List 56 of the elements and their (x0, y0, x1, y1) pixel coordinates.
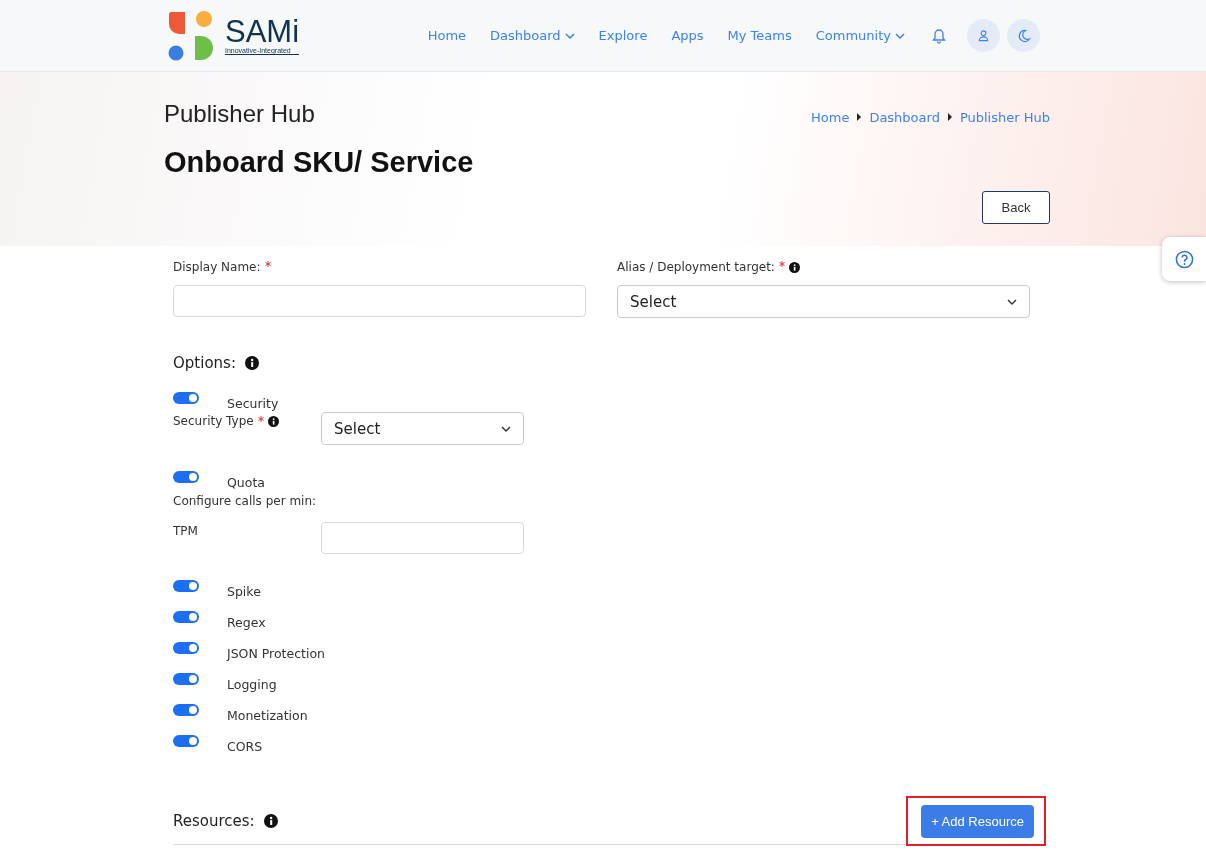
field-label: Security Type (173, 414, 254, 428)
breadcrumb-link[interactable]: Dashboard (869, 109, 940, 125)
chevron-down-icon (501, 425, 511, 432)
toggle-switch[interactable] (173, 642, 199, 654)
page-heading: Onboard SKU/ Service (164, 146, 475, 179)
field-label: Display Name: (173, 260, 261, 274)
brand-name: SAMi (225, 16, 300, 47)
nav-link[interactable]: Dashboard (490, 28, 575, 43)
field-label: Alias / Deployment target: (617, 260, 775, 274)
option-label: Regex (227, 614, 266, 630)
toggle-switch[interactable] (173, 673, 199, 685)
back-button[interactable]: Back (982, 191, 1050, 224)
option-label: Logging (227, 676, 277, 692)
deployment-target-select[interactable]: Select (617, 285, 1030, 318)
info-icon (244, 356, 259, 370)
security-type-select[interactable]: Select (321, 412, 524, 445)
page-title: Publisher Hub (164, 100, 315, 128)
toggle-switch[interactable] (173, 611, 199, 623)
section-title: Options: (173, 354, 236, 372)
breadcrumb-link[interactable]: Publisher Hub (959, 109, 1050, 125)
toggle-switch[interactable] (173, 471, 199, 483)
moon-icon (1016, 28, 1031, 43)
field-label: TPM (173, 524, 199, 538)
info-icon (263, 814, 278, 828)
logo-icon (167, 9, 213, 62)
help-icon (1174, 249, 1194, 269)
helper-text: Configure calls per min: (173, 494, 318, 508)
user-profile-button[interactable] (967, 19, 1000, 52)
nav-link[interactable]: My Teams (727, 28, 792, 43)
option-label: Security (227, 395, 279, 411)
display-name-field[interactable] (173, 285, 586, 317)
option-label: Monetization (227, 707, 308, 723)
chevron-down-icon (1007, 298, 1017, 305)
notification-bell-icon[interactable] (931, 27, 947, 44)
option-label: Quota (227, 474, 265, 490)
breadcrumb-link[interactable]: Home (811, 109, 850, 125)
user-icon (977, 29, 990, 42)
option-label: JSON Protection (227, 645, 326, 661)
nav-link[interactable]: Community (815, 28, 905, 43)
help-button[interactable] (1162, 237, 1206, 281)
section-title: Resources: (173, 812, 255, 830)
option-label: CORS (227, 738, 263, 754)
nav-link[interactable]: Apps (671, 28, 704, 43)
toggle-switch[interactable] (173, 580, 199, 592)
toggle-switch[interactable] (173, 704, 199, 716)
option-label: Spike (227, 583, 261, 599)
nav-link[interactable]: Explore (598, 28, 648, 43)
info-icon (267, 415, 279, 427)
toggle-switch[interactable] (173, 735, 199, 747)
tpm-field[interactable] (321, 522, 524, 554)
caret-right-icon (857, 113, 862, 121)
toggle-switch[interactable] (173, 392, 199, 404)
add-resource-button[interactable]: + Add Resource (921, 805, 1034, 838)
dark-mode-button[interactable] (1007, 19, 1040, 52)
nav-link[interactable]: Home (427, 28, 467, 43)
caret-right-icon (947, 113, 952, 121)
